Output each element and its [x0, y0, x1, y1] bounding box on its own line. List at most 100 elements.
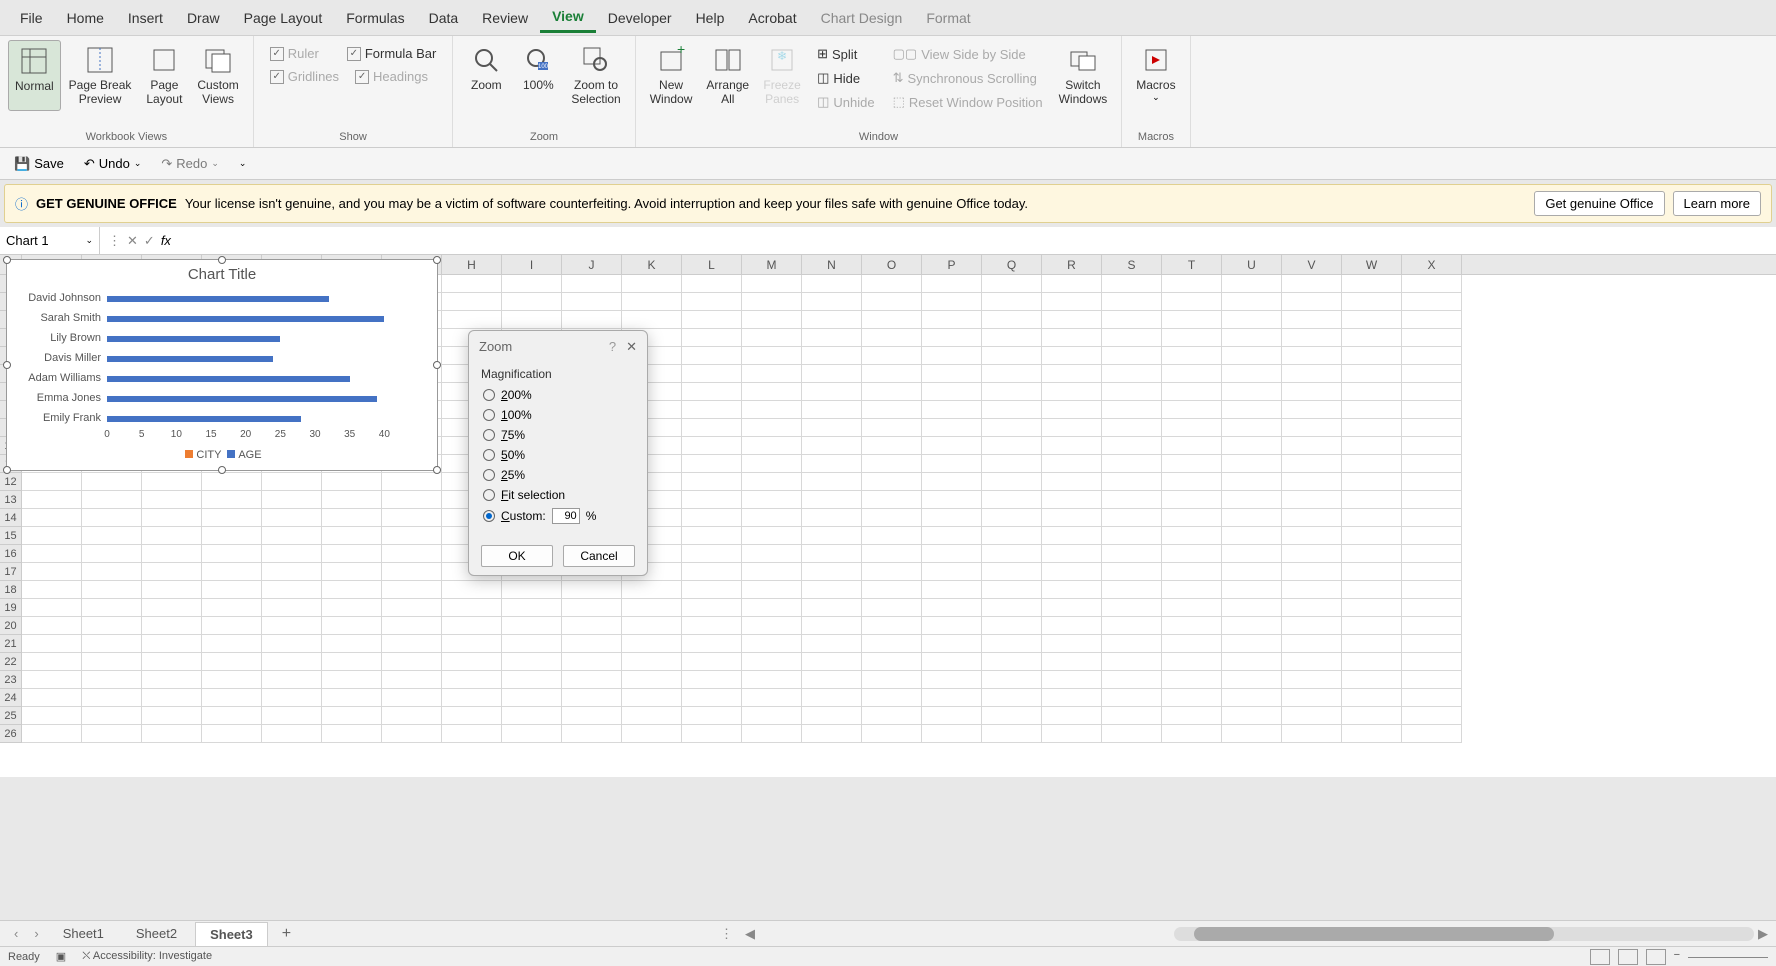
scroll-right-icon[interactable]: ▶: [1758, 926, 1768, 942]
embedded-chart[interactable]: Chart Title David JohnsonSarah SmithLily…: [6, 259, 438, 471]
chart-bar[interactable]: [107, 396, 377, 402]
macros-button[interactable]: Macros ⌄: [1130, 40, 1181, 107]
menu-acrobat[interactable]: Acrobat: [736, 4, 808, 32]
menu-page-layout[interactable]: Page Layout: [232, 4, 335, 32]
dialog-help-icon[interactable]: ?: [609, 339, 616, 355]
custom-views-button[interactable]: Custom Views: [191, 40, 244, 111]
chart-title[interactable]: Chart Title: [7, 260, 437, 289]
column-header-r[interactable]: R: [1042, 255, 1102, 274]
menu-formulas[interactable]: Formulas: [334, 4, 416, 32]
arrange-all-button[interactable]: Arrange All: [700, 40, 755, 116]
customize-qat-icon[interactable]: ⌄: [233, 158, 253, 169]
zoom-button[interactable]: Zoom: [461, 40, 511, 111]
menu-view[interactable]: View: [540, 2, 596, 33]
chart-bar[interactable]: [107, 316, 384, 322]
row-header-25[interactable]: 25: [0, 707, 21, 725]
zoom-200-radio[interactable]: 200%: [481, 385, 635, 405]
chart-plot-area[interactable]: David JohnsonSarah SmithLily BrownDavis …: [107, 289, 417, 429]
column-header-j[interactable]: J: [562, 255, 622, 274]
tab-next-icon[interactable]: ›: [28, 926, 44, 941]
chart-handle-n[interactable]: [218, 256, 226, 264]
redo-button[interactable]: ↷Redo⌄: [155, 154, 225, 174]
dialog-ok-button[interactable]: OK: [481, 545, 553, 567]
menu-review[interactable]: Review: [470, 4, 540, 32]
row-header-13[interactable]: 13: [0, 491, 21, 509]
row-header-20[interactable]: 20: [0, 617, 21, 635]
zoom-100-radio[interactable]: 100%: [481, 405, 635, 425]
learn-more-button[interactable]: Learn more: [1673, 191, 1761, 216]
dialog-titlebar[interactable]: Zoom ? ✕: [469, 331, 647, 363]
scroll-thumb[interactable]: [1194, 927, 1554, 941]
column-header-k[interactable]: K: [622, 255, 682, 274]
menu-chart-design[interactable]: Chart Design: [809, 4, 915, 32]
page-break-status-icon[interactable]: [1646, 949, 1666, 965]
zoom-custom-input[interactable]: [552, 508, 580, 524]
new-window-button[interactable]: + New Window: [644, 40, 699, 116]
zoom-fit-selection-radio[interactable]: Fit selection: [481, 485, 635, 505]
chart-bar[interactable]: [107, 416, 301, 422]
chart-bar[interactable]: [107, 356, 273, 362]
chart-handle-ne[interactable]: [433, 256, 441, 264]
chart-handle-s[interactable]: [218, 466, 226, 474]
add-sheet-button[interactable]: +: [272, 925, 301, 943]
tabs-more-icon[interactable]: ⋮: [720, 926, 733, 942]
enter-formula-icon[interactable]: ✓: [144, 233, 155, 249]
tab-prev-icon[interactable]: ‹: [8, 926, 24, 941]
normal-view-status-icon[interactable]: [1590, 949, 1610, 965]
horizontal-scrollbar[interactable]: [1174, 927, 1754, 941]
save-button[interactable]: 💾Save: [8, 154, 70, 174]
column-header-p[interactable]: P: [922, 255, 982, 274]
sheet-tab-sheet1[interactable]: Sheet1: [49, 922, 118, 945]
row-header-16[interactable]: 16: [0, 545, 21, 563]
zoom-out-icon[interactable]: −: [1674, 949, 1680, 965]
menu-data[interactable]: Data: [417, 4, 471, 32]
freeze-panes-button[interactable]: ❄ Freeze Panes: [757, 40, 807, 116]
chart-handle-nw[interactable]: [3, 256, 11, 264]
dialog-cancel-button[interactable]: Cancel: [563, 545, 635, 567]
chart-x-axis[interactable]: 0510152025303540: [107, 429, 437, 445]
column-header-n[interactable]: N: [802, 255, 862, 274]
page-break-button[interactable]: Page Break Preview: [63, 40, 138, 111]
name-box[interactable]: Chart 1 ⌄: [0, 227, 100, 254]
scroll-left-icon[interactable]: ◀: [745, 926, 755, 942]
column-header-u[interactable]: U: [1222, 255, 1282, 274]
row-header-19[interactable]: 19: [0, 599, 21, 617]
column-header-s[interactable]: S: [1102, 255, 1162, 274]
column-header-o[interactable]: O: [862, 255, 922, 274]
row-header-12[interactable]: 12: [0, 473, 21, 491]
hide-button[interactable]: ◫Hide: [813, 68, 879, 88]
accessibility-status[interactable]: ⛌ Accessibility: Investigate: [82, 950, 212, 963]
name-box-dropdown-icon[interactable]: ⌄: [85, 235, 93, 246]
column-header-q[interactable]: Q: [982, 255, 1042, 274]
column-header-i[interactable]: I: [502, 255, 562, 274]
row-header-14[interactable]: 14: [0, 509, 21, 527]
more-icon[interactable]: ⋮: [108, 233, 121, 249]
row-header-24[interactable]: 24: [0, 689, 21, 707]
menu-format[interactable]: Format: [914, 4, 982, 32]
undo-button[interactable]: ↶Undo⌄: [78, 154, 148, 174]
chart-handle-sw[interactable]: [3, 466, 11, 474]
column-header-l[interactable]: L: [682, 255, 742, 274]
zoom-custom-radio[interactable]: Custom: %: [481, 505, 635, 527]
column-header-h[interactable]: H: [442, 255, 502, 274]
page-layout-button[interactable]: Page Layout: [139, 40, 189, 111]
chart-handle-e[interactable]: [433, 361, 441, 369]
column-header-w[interactable]: W: [1342, 255, 1402, 274]
dialog-close-icon[interactable]: ✕: [626, 339, 637, 355]
menu-file[interactable]: File: [8, 4, 55, 32]
row-header-23[interactable]: 23: [0, 671, 21, 689]
fx-icon[interactable]: fx: [161, 233, 171, 248]
split-button[interactable]: ⊞Split: [813, 44, 879, 64]
chart-bar[interactable]: [107, 296, 329, 302]
zoom-to-selection-button[interactable]: Zoom to Selection: [565, 40, 626, 111]
chart-bar[interactable]: [107, 336, 280, 342]
zoom-50-radio[interactable]: 50%: [481, 445, 635, 465]
get-genuine-button[interactable]: Get genuine Office: [1534, 191, 1664, 216]
column-header-v[interactable]: V: [1282, 255, 1342, 274]
sheet-tab-sheet3[interactable]: Sheet3: [195, 922, 268, 946]
normal-view-button[interactable]: Normal: [8, 40, 61, 111]
menu-draw[interactable]: Draw: [175, 4, 232, 32]
column-header-m[interactable]: M: [742, 255, 802, 274]
menu-developer[interactable]: Developer: [596, 4, 684, 32]
cancel-formula-icon[interactable]: ✕: [127, 233, 138, 249]
